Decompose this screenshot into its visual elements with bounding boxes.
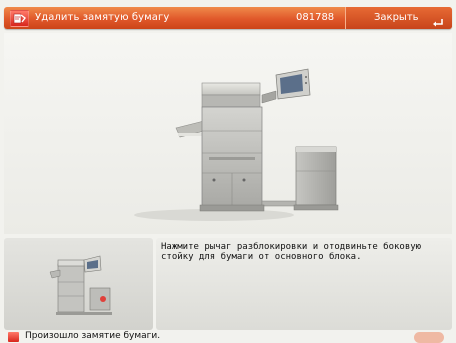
enter-return-icon — [432, 13, 444, 32]
instruction-panel: Нажмите рычаг разблокировки и отодвиньте… — [156, 238, 452, 330]
copier-illustration — [134, 68, 339, 221]
step-thumbnail — [4, 238, 153, 330]
close-button[interactable]: Закрыть — [345, 7, 452, 29]
status-bar: Произошло замятие бумаги. — [0, 331, 456, 343]
copier-thumbnail-icon — [49, 255, 112, 315]
status-message: Произошло замятие бумаги. — [25, 331, 161, 341]
illustration-area — [4, 33, 452, 234]
instruction-text: Нажмите рычаг разблокировки и отодвиньте… — [161, 242, 422, 262]
next-button[interactable] — [414, 332, 444, 343]
paper-jam-error-icon — [10, 10, 29, 27]
error-code: 081788 — [296, 12, 335, 23]
title-bar: Удалить замятую бумагу 081788 Закрыть — [4, 7, 452, 29]
window-title: Удалить замятую бумагу — [35, 12, 170, 23]
close-button-label: Закрыть — [374, 12, 419, 23]
paper-jam-status-icon — [8, 332, 19, 342]
